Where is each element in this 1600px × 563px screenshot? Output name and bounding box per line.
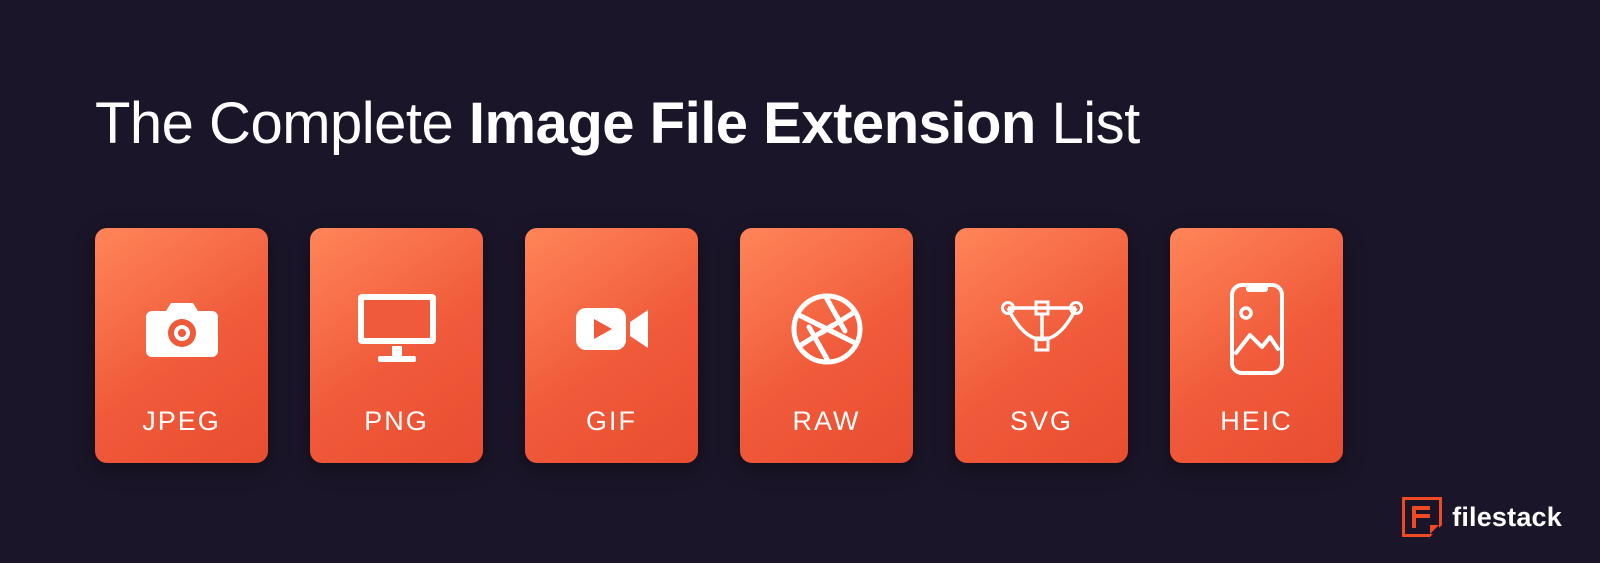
card-label: JPEG	[142, 406, 221, 437]
card-png: PNG	[310, 228, 483, 463]
card-label: GIF	[586, 406, 637, 437]
vector-pen-icon	[998, 298, 1086, 360]
card-gif: GIF	[525, 228, 698, 463]
card-svg: SVG	[955, 228, 1128, 463]
camera-icon	[142, 297, 222, 361]
title-prefix: The Complete	[95, 91, 469, 156]
brand-name: filestack	[1452, 502, 1562, 533]
card-jpeg: JPEG	[95, 228, 268, 463]
card-label: PNG	[364, 406, 429, 437]
card-label: RAW	[793, 406, 861, 437]
card-label: HEIC	[1220, 406, 1293, 437]
phone-image-icon	[1228, 281, 1286, 377]
page-title: The Complete Image File Extension List	[95, 90, 1140, 157]
title-suffix: List	[1036, 91, 1140, 156]
filestack-mark-icon	[1402, 497, 1442, 537]
title-bold: Image File Extension	[469, 91, 1036, 156]
card-label: SVG	[1010, 406, 1073, 437]
card-raw: RAW	[740, 228, 913, 463]
monitor-icon	[354, 290, 440, 368]
aperture-icon	[789, 291, 865, 367]
card-row: JPEG PNG GIF	[95, 228, 1343, 463]
brand-logo: filestack	[1402, 497, 1562, 537]
video-camera-icon	[572, 302, 652, 356]
card-heic: HEIC	[1170, 228, 1343, 463]
